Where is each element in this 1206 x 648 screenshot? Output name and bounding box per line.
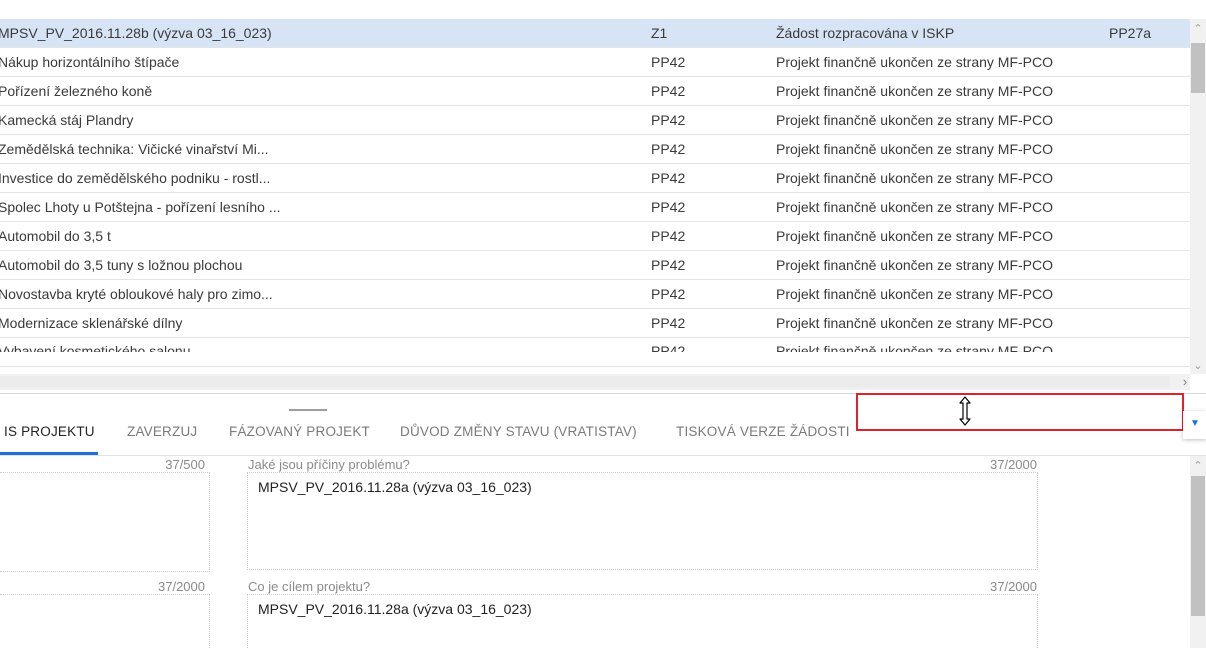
extra-code-cell bbox=[1109, 77, 1179, 105]
table-row[interactable]: MPSV_PV_2016.11.28b (výzva 03_16_023) Z1 Ž… bbox=[0, 19, 1190, 48]
tabs-menu-button[interactable]: ▼ bbox=[1183, 411, 1206, 439]
grid-hscroll-thumb[interactable] bbox=[0, 376, 1170, 388]
scroll-down-icon[interactable]: ⌄ bbox=[1190, 358, 1206, 374]
left-field-2[interactable] bbox=[0, 594, 210, 648]
phase-code-cell: PP42 bbox=[651, 228, 686, 244]
tab-fazovany-projekt[interactable]: FÁZOVANÝ PROJEKT bbox=[229, 420, 370, 450]
state-cell: Projekt finančně ukončen ze strany MF-PC… bbox=[776, 315, 1054, 331]
state-cell: Projekt finančně ukončen ze strany MF-PC… bbox=[776, 141, 1054, 157]
phase-code-cell: PP42 bbox=[651, 315, 686, 331]
field-causes-label: Jaké jsou příčiny problému? bbox=[248, 457, 410, 472]
table-row[interactable]: Zemědělská technika: Vičické vinařství M… bbox=[0, 135, 1190, 164]
extra-code-cell bbox=[1109, 251, 1179, 279]
goal-textarea[interactable]: MPSV_PV_2016.11.28a (výzva 03_16_023) bbox=[247, 594, 1038, 648]
phase-code-cell: PP42 bbox=[651, 141, 686, 157]
splitter-handle[interactable] bbox=[289, 409, 327, 411]
table-row[interactable]: Automobil do 3,5 tuny s ložnou plochou PP… bbox=[0, 251, 1190, 280]
phase-code-cell: PP42 bbox=[651, 54, 686, 70]
left-field-2-counter: 37/2000 bbox=[158, 579, 205, 594]
project-name-cell: Spolec Lhoty u Potštejna - pořízení lesn… bbox=[0, 199, 281, 215]
project-name-cell: Modernizace sklenářské dílny bbox=[0, 315, 183, 331]
extra-code-cell: PP27a bbox=[1109, 25, 1152, 41]
state-cell: Projekt finančně ukončen ze strany MF-PC… bbox=[776, 343, 1054, 352]
table-row[interactable]: Nákup horizontálního štípače PP42 Projekt … bbox=[0, 48, 1190, 77]
state-cell: Projekt finančně ukončen ze strany MF-PC… bbox=[776, 170, 1054, 186]
table-row[interactable]: Vybavení kosmetického salonu PP42 Projekt … bbox=[0, 338, 1190, 367]
state-cell: Žádost rozpracována v ISKP bbox=[776, 25, 955, 41]
table-row[interactable]: Spolec Lhoty u Potštejna - pořízení lesn… bbox=[0, 193, 1190, 222]
chevron-right-icon[interactable]: › bbox=[1178, 374, 1192, 390]
project-name-cell: Nákup horizontálního štípače bbox=[0, 54, 180, 70]
extra-code-cell bbox=[1109, 164, 1179, 192]
table-row[interactable]: Pořízení železného koně PP42 Projekt finan… bbox=[0, 77, 1190, 106]
field-goal-counter: 37/2000 bbox=[990, 579, 1037, 594]
extra-code-cell bbox=[1109, 106, 1179, 134]
detail-tabs: IS PROJEKTU ZAVERZUJ FÁZOVANÝ PROJEKT DŮ… bbox=[0, 420, 1180, 450]
field-goal-label: Co je cílem projektu? bbox=[248, 579, 371, 594]
state-cell: Projekt finančně ukončen ze strany MF-PC… bbox=[776, 54, 1054, 70]
form-scroll-thumb[interactable] bbox=[1191, 476, 1205, 616]
project-grid: MPSV_PV_2016.11.28b (výzva 03_16_023) Z1 Ž… bbox=[0, 19, 1190, 374]
phase-code-cell: PP42 bbox=[651, 343, 686, 352]
grid-horizontal-scrollbar[interactable] bbox=[0, 374, 1190, 390]
project-name-cell: Novostavba kryté obloukové haly pro zimo… bbox=[0, 286, 273, 302]
dropdown-triangle-icon: ▼ bbox=[1190, 418, 1200, 429]
form-vertical-scrollbar[interactable]: ⌃ bbox=[1190, 456, 1206, 648]
causes-textarea[interactable]: MPSV_PV_2016.11.28a (výzva 03_16_023) bbox=[247, 472, 1038, 570]
tab-zaverzuj[interactable]: ZAVERZUJ bbox=[127, 420, 197, 450]
table-row[interactable]: Kamecká stáj Plandry PP42 Projekt finančně… bbox=[0, 106, 1190, 135]
tab-duvod-zmeny-stavu[interactable]: DŮVOD ZMĚNY STAVU (VRATISTAV) bbox=[400, 420, 637, 450]
state-cell: Projekt finančně ukončen ze strany MF-PC… bbox=[776, 112, 1054, 128]
extra-code-cell bbox=[1109, 48, 1179, 76]
phase-code-cell: PP42 bbox=[651, 199, 686, 215]
phase-code-cell: PP42 bbox=[651, 286, 686, 302]
phase-code-cell: Z1 bbox=[651, 25, 668, 41]
left-field-1-counter: 37/500 bbox=[165, 457, 205, 472]
scroll-up-icon[interactable]: ⌃ bbox=[1190, 21, 1206, 37]
extra-code-cell bbox=[1109, 193, 1179, 221]
project-description-form: 37/500 Jaké jsou příčiny problému? 37/20… bbox=[0, 456, 1190, 648]
extra-code-cell bbox=[1109, 222, 1179, 250]
project-name-cell: Zemědělská technika: Vičické vinařství M… bbox=[0, 141, 269, 157]
phase-code-cell: PP42 bbox=[651, 257, 686, 273]
project-name-cell: Kamecká stáj Plandry bbox=[0, 112, 134, 128]
extra-code-cell bbox=[1109, 280, 1179, 308]
left-field-1[interactable] bbox=[0, 472, 210, 572]
extra-code-cell bbox=[1109, 338, 1179, 352]
field-causes-counter: 37/2000 bbox=[990, 457, 1037, 472]
table-row[interactable]: Automobil do 3,5 t PP42 Projekt finančně u… bbox=[0, 222, 1190, 251]
table-row[interactable]: Novostavba kryté obloukové haly pro zimo… bbox=[0, 280, 1190, 309]
project-name-cell: Vybavení kosmetického salonu bbox=[0, 343, 191, 352]
phase-code-cell: PP42 bbox=[651, 170, 686, 186]
project-name-cell: MPSV_PV_2016.11.28b (výzva 03_16_023) bbox=[0, 25, 272, 41]
phase-code-cell: PP42 bbox=[651, 83, 686, 99]
phase-code-cell: PP42 bbox=[651, 112, 686, 128]
extra-code-cell bbox=[1109, 309, 1179, 337]
table-row[interactable]: Investice do zemědělského podniku - rost… bbox=[0, 164, 1190, 193]
state-cell: Projekt finančně ukončen ze strany MF-PC… bbox=[776, 199, 1054, 215]
project-name-cell: Pořízení železného koně bbox=[0, 83, 153, 99]
state-cell: Projekt finančně ukončen ze strany MF-PC… bbox=[776, 83, 1054, 99]
tab-popis-projektu[interactable]: IS PROJEKTU bbox=[4, 420, 95, 450]
state-cell: Projekt finančně ukončen ze strany MF-PC… bbox=[776, 228, 1054, 244]
project-name-cell: Investice do zemědělského podniku - rost… bbox=[0, 170, 271, 186]
project-name-cell: Automobil do 3,5 t bbox=[0, 228, 111, 244]
grid-scroll-thumb[interactable] bbox=[1191, 43, 1205, 93]
project-name-cell: Automobil do 3,5 tuny s ložnou plochou bbox=[0, 257, 243, 273]
table-row[interactable]: Modernizace sklenářské dílny PP42 Projekt … bbox=[0, 309, 1190, 338]
state-cell: Projekt finančně ukončen ze strany MF-PC… bbox=[776, 286, 1054, 302]
state-cell: Projekt finančně ukončen ze strany MF-PC… bbox=[776, 257, 1054, 273]
grid-vertical-scrollbar[interactable]: ⌃ ⌄ bbox=[1190, 19, 1206, 374]
tab-tiskova-verze[interactable]: TISKOVÁ VERZE ŽÁDOSTI bbox=[676, 420, 850, 450]
scroll-up-icon[interactable]: ⌃ bbox=[1190, 458, 1206, 474]
extra-code-cell bbox=[1109, 135, 1179, 163]
